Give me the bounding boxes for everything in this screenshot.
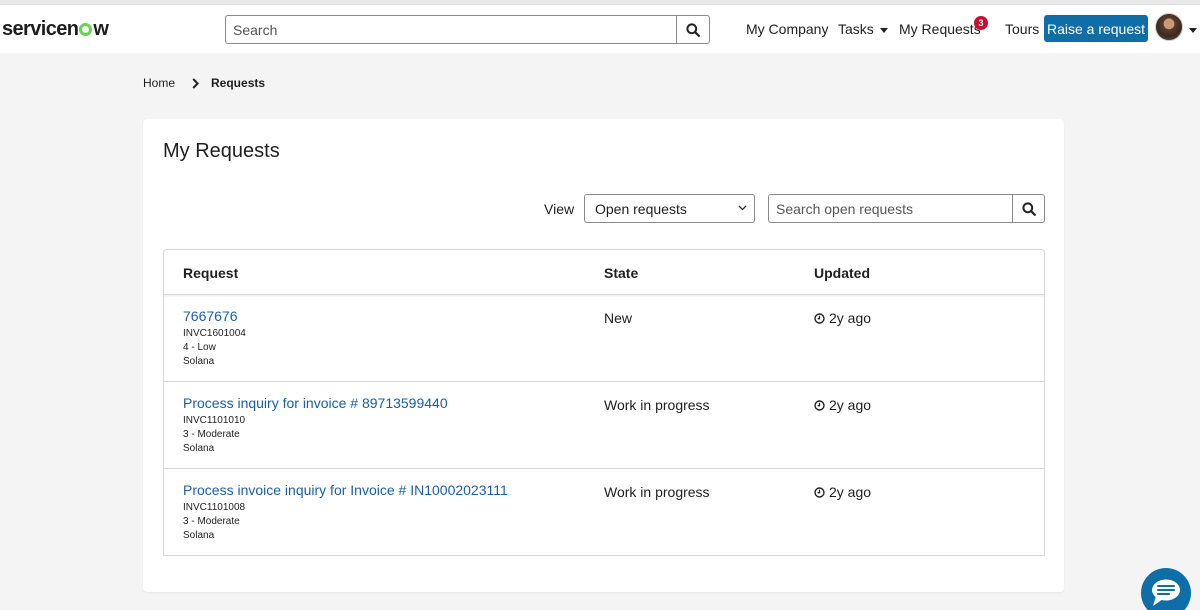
nav-tours[interactable]: Tours <box>1005 5 1039 53</box>
chat-icon <box>1152 579 1180 606</box>
raise-request-button[interactable]: Raise a request <box>1044 15 1148 42</box>
request-link[interactable]: 7667676 <box>183 308 238 324</box>
header-updated: Updated <box>814 265 870 281</box>
user-avatar[interactable] <box>1155 13 1183 41</box>
requests-search <box>768 194 1045 223</box>
request-updated: 2y ago <box>814 484 871 500</box>
requests-count-badge: 3 <box>974 16 988 30</box>
nav-my-company[interactable]: My Company <box>746 5 828 53</box>
clock-icon <box>814 399 825 411</box>
request-priority: 3 - Moderate <box>183 429 240 440</box>
request-number: INVC1101008 <box>183 502 246 513</box>
breadcrumb: Home Requests <box>143 76 265 90</box>
nav-my-requests[interactable]: My Requests 3 <box>899 5 988 53</box>
requests-table: Request State Updated 7667676 INVC160100… <box>163 249 1045 556</box>
request-link[interactable]: Process invoice inquiry for Invoice # IN… <box>183 482 508 498</box>
header-request: Request <box>183 265 239 281</box>
request-number: INVC1601004 <box>183 328 246 339</box>
request-number: INVC1101010 <box>183 415 246 426</box>
chevron-down-icon <box>738 205 747 211</box>
nav-tours-label: Tours <box>1005 21 1040 37</box>
table-row[interactable]: Process inquiry for invoice # 8971359944… <box>163 382 1045 469</box>
table-row[interactable]: 7667676 INVC1601004 4 - Low Solana New 2… <box>163 295 1045 382</box>
updated-text: 2y ago <box>829 310 872 326</box>
view-label: View <box>544 201 575 217</box>
nav-tasks[interactable]: Tasks <box>838 5 888 53</box>
caret-down-icon <box>879 28 888 33</box>
page-title: My Requests <box>163 140 280 162</box>
nav-my-company-label: My Company <box>746 21 829 37</box>
servicenow-logo[interactable]: servicen w <box>2 18 109 41</box>
request-company: Solana <box>183 356 215 367</box>
caret-down-icon[interactable] <box>1189 28 1197 33</box>
request-state: Work in progress <box>604 397 710 413</box>
clock-icon <box>814 312 825 324</box>
request-company: Solana <box>183 530 215 541</box>
request-link[interactable]: Process inquiry for invoice # 8971359944… <box>183 395 448 411</box>
header-state: State <box>604 265 639 281</box>
search-icon <box>686 22 700 37</box>
logo-text-start: servicen <box>2 18 79 40</box>
request-state: New <box>604 310 633 326</box>
clock-icon <box>814 486 825 498</box>
logo-text-end: w <box>93 18 109 40</box>
table-row[interactable]: Process invoice inquiry for Invoice # IN… <box>163 469 1045 556</box>
request-updated: 2y ago <box>814 397 871 413</box>
global-search <box>225 15 710 44</box>
global-search-button[interactable] <box>676 16 709 43</box>
view-select[interactable]: Open requests <box>584 194 755 223</box>
search-icon <box>1021 201 1036 216</box>
chevron-right-icon <box>192 77 200 89</box>
top-header: servicenw My Company Tasks My Requests3 … <box>0 5 1200 53</box>
updated-text: 2y ago <box>829 484 872 500</box>
requests-search-button[interactable] <box>1012 195 1044 222</box>
table-header: Request State Updated <box>163 249 1045 295</box>
chat-button[interactable] <box>1141 568 1191 610</box>
logo-o-mark <box>79 23 93 36</box>
my-requests-card: My Requests View Open requests Request S… <box>143 119 1064 592</box>
breadcrumb-current: Requests <box>211 76 266 90</box>
global-search-input[interactable] <box>226 16 676 43</box>
requests-search-input[interactable] <box>769 195 1012 222</box>
updated-text: 2y ago <box>829 397 872 413</box>
nav-tasks-label: Tasks <box>838 21 874 37</box>
request-priority: 4 - Low <box>183 342 216 353</box>
nav-my-requests-label: My Requests <box>899 21 981 37</box>
request-priority: 3 - Moderate <box>183 516 240 527</box>
view-selected-value: Open requests <box>595 200 687 217</box>
request-state: Work in progress <box>604 484 710 500</box>
request-updated: 2y ago <box>814 310 871 326</box>
breadcrumb-home[interactable]: Home <box>143 76 175 90</box>
request-company: Solana <box>183 443 215 454</box>
